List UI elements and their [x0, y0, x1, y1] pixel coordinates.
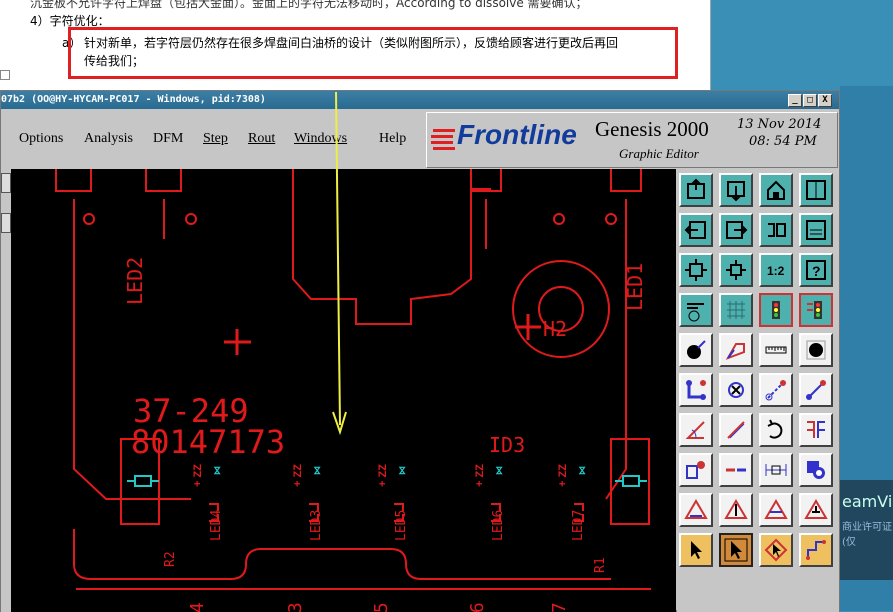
label-80147173: 80147173 — [131, 423, 286, 461]
triangle-edge-icon[interactable] — [799, 493, 833, 527]
current-date: 13 Nov 2014 — [737, 117, 822, 132]
svg-text:?: ? — [812, 263, 821, 279]
label-id3: ID3 — [489, 433, 526, 457]
logo-stripe — [431, 141, 453, 144]
window-title: 07b2 (OO@HY-HYCAM-PC017 - Windows, pid:7… — [1, 94, 266, 105]
menu-dfm[interactable]: DFM — [153, 131, 183, 147]
zoom-in-icon[interactable] — [679, 253, 713, 287]
doc-anchor-marker — [0, 70, 10, 80]
pad-select-icon[interactable] — [679, 333, 713, 367]
pan-right-icon[interactable] — [719, 213, 753, 247]
logo-stripe — [431, 135, 453, 138]
shape-edit-icon[interactable] — [719, 333, 753, 367]
rotate-icon[interactable] — [759, 413, 793, 447]
label-led1: LED1 — [623, 262, 647, 311]
select-shape-icon[interactable] — [759, 533, 793, 567]
triangle-fill-icon[interactable] — [679, 493, 713, 527]
menu-bar: Options Analysis DFM Step Rout Windows H… — [1, 110, 421, 167]
label-led3: LED3 — [309, 509, 324, 541]
home-icon[interactable] — [759, 173, 793, 207]
current-time: 08: 54 PM — [749, 134, 817, 149]
teamviewer-license: 商业许可证(仅 — [842, 522, 892, 548]
label-led7: LED7 — [571, 509, 586, 541]
label-led2: LED2 — [123, 256, 147, 305]
snap-icon[interactable] — [679, 453, 713, 487]
zoom-out-icon[interactable] — [719, 253, 753, 287]
route-select-icon[interactable] — [799, 533, 833, 567]
product-name: Genesis 2000 — [595, 117, 709, 141]
highlight-box — [68, 27, 678, 79]
palette-icon[interactable] — [679, 293, 713, 327]
minimize-button[interactable]: _ — [788, 94, 802, 107]
label-led6: LED6 — [491, 509, 506, 541]
pointer-icon[interactable] — [679, 533, 713, 567]
mirror-icon[interactable] — [799, 413, 833, 447]
brand-name: Frontline — [457, 119, 577, 150]
connect-points-icon[interactable] — [679, 373, 713, 407]
window-titlebar[interactable]: 07b2 (OO@HY-HYCAM-PC017 - Windows, pid:7… — [1, 91, 839, 109]
label-led5: LED5 — [394, 509, 409, 541]
scale-icon[interactable]: 1:2 — [759, 253, 793, 287]
genesis-window: 07b2 (OO@HY-HYCAM-PC017 - Windows, pid:7… — [0, 90, 840, 612]
draw-line-icon[interactable] — [719, 413, 753, 447]
left-panel-strip — [1, 169, 11, 612]
label-h2: H2 — [543, 317, 568, 341]
split-line-icon[interactable] — [719, 453, 753, 487]
maximize-button[interactable]: □ — [803, 94, 817, 107]
delete-point-icon[interactable] — [719, 373, 753, 407]
teamviewer-panel[interactable]: eamVi 商业许可证(仅 — [836, 480, 893, 580]
pad-round-icon[interactable] — [799, 333, 833, 367]
grid-icon[interactable] — [719, 293, 753, 327]
zoom-area-icon[interactable] — [799, 213, 833, 247]
svg-text:1:2: 1:2 — [767, 264, 785, 278]
add-segment-icon[interactable] — [799, 373, 833, 407]
copy-pads-icon[interactable] — [799, 453, 833, 487]
frontline-logo-panel: Frontline Genesis 2000 Graphic Editor 13… — [426, 112, 838, 168]
tool-palette: 1:2 ? — [677, 169, 839, 612]
left-tool-button[interactable] — [1, 173, 11, 193]
menu-help[interactable]: Help — [379, 131, 406, 147]
ruler-icon[interactable] — [759, 333, 793, 367]
menu-rout[interactable]: Rout — [248, 131, 275, 147]
angle-icon[interactable] — [679, 413, 713, 447]
label-r1: R1 — [593, 557, 608, 573]
signal-icon[interactable] — [759, 293, 793, 327]
close-button[interactable]: X — [818, 94, 832, 107]
triangle-vertex-icon[interactable] — [719, 493, 753, 527]
menu-analysis[interactable]: Analysis — [84, 131, 133, 147]
menu-step[interactable]: Step — [203, 131, 228, 147]
measure-icon[interactable] — [759, 453, 793, 487]
teamviewer-title: eamVi — [842, 492, 893, 511]
label-r2: R2 — [163, 551, 178, 567]
logo-stripe — [433, 147, 455, 150]
redraw-icon[interactable] — [759, 213, 793, 247]
product-subtitle: Graphic Editor — [619, 146, 699, 161]
select-icon[interactable] — [719, 533, 753, 567]
add-line-icon[interactable] — [759, 373, 793, 407]
move-down-icon[interactable] — [719, 173, 753, 207]
logo-stripe — [433, 129, 455, 132]
help-icon[interactable]: ? — [799, 253, 833, 287]
pan-left-icon[interactable] — [679, 213, 713, 247]
left-tool-button[interactable] — [1, 213, 11, 233]
label-led4: LED4 — [209, 509, 224, 541]
document-background: 沉金板不允许字符上焊盘（包括大金面）。金面上的字符无法移动时，According… — [0, 0, 711, 95]
doc-line: 沉金板不允许字符上焊盘（包括大金面）。金面上的字符无法移动时，According… — [30, 0, 588, 10]
zoom-home-icon[interactable] — [679, 173, 713, 207]
menu-windows[interactable]: Windows — [294, 131, 347, 147]
menu-options[interactable]: Options — [19, 131, 63, 147]
triangle-split-icon[interactable] — [759, 493, 793, 527]
signal-alt-icon[interactable] — [799, 293, 833, 327]
graphic-editor-canvas[interactable]: + ZZ + ZZ + ZZ + ZZ + ZZ ⋈ ⋈ ⋈ ⋈ ⋈ LED2 … — [11, 169, 676, 612]
window-fit-icon[interactable] — [799, 173, 833, 207]
